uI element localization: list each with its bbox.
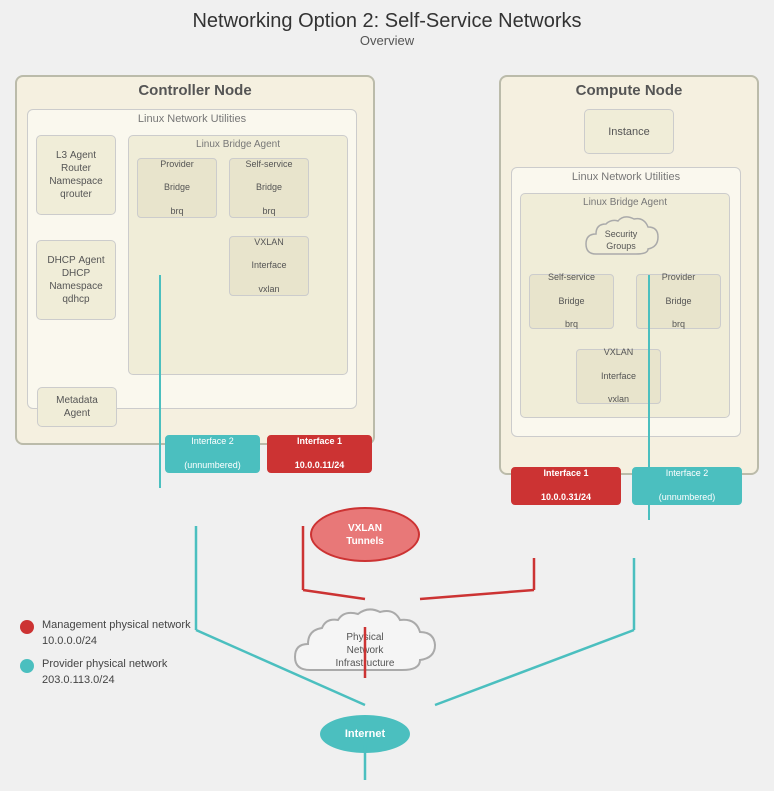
lba-controller: Linux Bridge Agent Provider Bridge brq S… bbox=[128, 135, 348, 375]
interface2-controller: Interface 2 (unnumbered) bbox=[165, 435, 260, 473]
lnu-compute: Linux Network Utilities Linux Bridge Age… bbox=[511, 167, 741, 437]
svg-text:Infrastructure: Infrastructure bbox=[336, 658, 395, 669]
vxlan-controller: VXLAN Interface vxlan bbox=[229, 236, 309, 296]
legend: Management physical network 10.0.0.0/24 … bbox=[20, 618, 191, 696]
svg-text:Security: Security bbox=[605, 229, 638, 239]
interface1-controller: Interface 1 10.0.0.11/24 bbox=[267, 435, 372, 473]
selfservice-bridge-compute: Self-service Bridge brq bbox=[529, 274, 614, 329]
lba-compute-label: Linux Bridge Agent bbox=[521, 194, 729, 208]
lba-controller-label: Linux Bridge Agent bbox=[129, 136, 347, 150]
l3-agent-box: L3 AgentRouterNamespaceqrouter bbox=[36, 135, 116, 215]
controller-node: Controller Node Linux Network Utilities … bbox=[15, 75, 375, 445]
lnu-controller-label: Linux Network Utilities bbox=[28, 110, 356, 125]
controller-node-label: Controller Node bbox=[17, 77, 373, 99]
vxlan-compute: VXLAN Interface vxlan bbox=[576, 349, 661, 404]
dhcp-agent-text: DHCP AgentDHCPNamespaceqdhcp bbox=[47, 254, 104, 306]
svg-text:Network: Network bbox=[347, 645, 385, 656]
diagram-area: Controller Node Linux Network Utilities … bbox=[0, 65, 774, 726]
selfservice-bridge-controller: Self-service Bridge brq bbox=[229, 158, 309, 218]
physical-network: Physical Network Infrastructure bbox=[280, 600, 450, 680]
metadata-agent-text: MetadataAgent bbox=[56, 394, 98, 420]
vxlan-tunnels: VXLANTunnels bbox=[310, 507, 420, 562]
lnu-controller: Linux Network Utilities L3 AgentRouterNa… bbox=[27, 109, 357, 409]
metadata-agent-box: MetadataAgent bbox=[37, 387, 117, 427]
lba-compute: Linux Bridge Agent Security Groups Self-… bbox=[520, 193, 730, 418]
provider-dot bbox=[20, 659, 34, 673]
compute-node-label: Compute Node bbox=[501, 77, 757, 99]
compute-node: Compute Node Instance Linux Network Util… bbox=[499, 75, 759, 475]
l3-agent-text: L3 AgentRouterNamespaceqrouter bbox=[49, 149, 102, 201]
sub-title: Overview bbox=[0, 33, 774, 48]
security-groups: Security Groups bbox=[576, 209, 666, 264]
main-title: Networking Option 2: Self-Service Networ… bbox=[0, 10, 774, 33]
title-area: Networking Option 2: Self-Service Networ… bbox=[0, 0, 774, 48]
internet-ellipse: Internet bbox=[320, 715, 410, 753]
interface2-compute: Interface 2 (unnumbered) bbox=[632, 467, 742, 505]
svg-text:Physical: Physical bbox=[346, 632, 383, 643]
svg-text:Groups: Groups bbox=[606, 241, 636, 251]
lnu-compute-label: Linux Network Utilities bbox=[512, 168, 740, 183]
instance-box: Instance bbox=[584, 109, 674, 154]
management-legend-text: Management physical network 10.0.0.0/24 bbox=[42, 618, 191, 649]
provider-bridge-controller: Provider Bridge brq bbox=[137, 158, 217, 218]
provider-bridge-compute: Provider Bridge brq bbox=[636, 274, 721, 329]
legend-management: Management physical network 10.0.0.0/24 bbox=[20, 618, 191, 649]
provider-legend-text: Provider physical network 203.0.113.0/24 bbox=[42, 657, 167, 688]
vxlan-tunnels-text: VXLANTunnels bbox=[346, 522, 384, 548]
dhcp-agent-box: DHCP AgentDHCPNamespaceqdhcp bbox=[36, 240, 116, 320]
management-dot bbox=[20, 620, 34, 634]
legend-provider: Provider physical network 203.0.113.0/24 bbox=[20, 657, 191, 688]
interface1-compute: Interface 1 10.0.0.31/24 bbox=[511, 467, 621, 505]
